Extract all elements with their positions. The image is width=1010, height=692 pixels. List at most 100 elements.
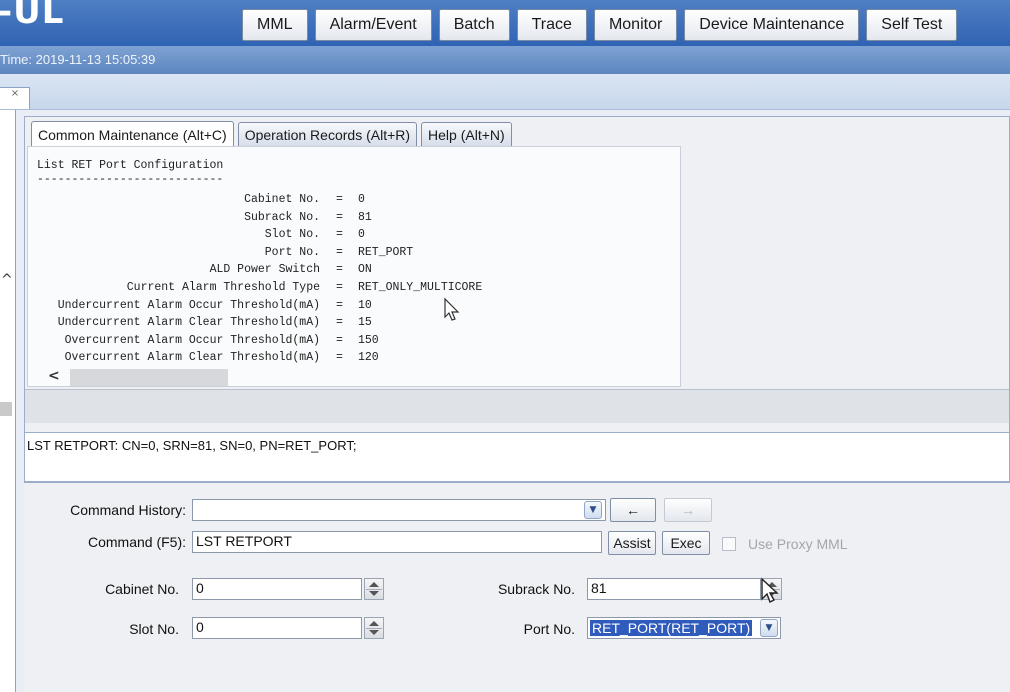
nav-tab-self-test[interactable]: Self Test (866, 9, 958, 41)
use-proxy-checkbox[interactable] (722, 537, 736, 551)
nav-tab-alarm-event[interactable]: Alarm/Event (314, 9, 432, 41)
close-tab-icon[interactable]: × (0, 87, 30, 109)
chevron-up-icon[interactable]: ^ (1, 272, 13, 288)
nav-tab-trace[interactable]: Trace (516, 9, 587, 41)
cabinet-input[interactable]: 0 (192, 578, 362, 600)
nav-tab-device-maintenance[interactable]: Device Maintenance (684, 9, 860, 41)
output-row-equals: = (336, 298, 343, 312)
panel-tabs: Common Maintenance (Alt+C) Operation Rec… (31, 121, 516, 147)
output-row-value: RET_ONLY_MULTICORE (358, 280, 483, 294)
top-navigation: MML Alarm/Event Batch Trace Monitor Devi… (242, 9, 964, 41)
output-row: Port No. = RET_PORT (28, 246, 668, 264)
command-history-label: Command History: (70, 502, 186, 518)
command-echo-text: LST RETPORT: CN=0, SRN=81, SN=0, PN=RET_… (27, 438, 357, 453)
output-row-label: Overcurrent Alarm Clear Threshold(mA) (64, 351, 320, 365)
slot-input[interactable]: 0 (192, 617, 362, 639)
subtab-strip: × (0, 74, 1010, 110)
command-echo[interactable]: LST RETPORT: CN=0, SRN=81, SN=0, PN=RET_… (24, 432, 1010, 482)
output-row-value: 0 (358, 228, 365, 242)
output-row: Current Alarm Threshold Type = RET_ONLY_MU… (28, 281, 668, 299)
output-divider: --------------------------- (37, 173, 224, 186)
app-window: -UL MML Alarm/Event Batch Trace Monitor … (0, 0, 1010, 692)
tab-help[interactable]: Help (Alt+N) (421, 122, 512, 146)
rail-divider[interactable] (16, 110, 24, 692)
subrack-label: Subrack No. (497, 581, 575, 597)
output-row-value: 81 (358, 210, 372, 224)
mouse-cursor-icon (761, 577, 779, 603)
output-row-label: Current Alarm Threshold Type (126, 280, 320, 294)
port-select-value: RET_PORT(RET_PORT) (590, 620, 753, 636)
output-row: Undercurrent Alarm Clear Threshold(mA) = 1… (28, 316, 668, 334)
output-row: Undercurrent Alarm Occur Threshold(mA) = 1… (28, 299, 668, 317)
subrack-input[interactable]: 81 (587, 578, 761, 600)
output-row-value: 15 (358, 316, 372, 330)
output-row-value: 10 (358, 298, 372, 312)
output-row-equals: = (336, 245, 343, 259)
output-row-label: Slot No. (264, 228, 320, 242)
chevron-down-icon[interactable]: ▼ (760, 619, 778, 637)
tab-common-maintenance[interactable]: Common Maintenance (Alt+C) (31, 121, 234, 147)
cabinet-stepper[interactable] (364, 578, 384, 600)
scroll-left-icon[interactable]: < (48, 368, 60, 384)
output-row-equals: = (336, 210, 343, 224)
output-row: Overcurrent Alarm Clear Threshold(mA) = 12… (28, 351, 668, 369)
output-row: ALD Power Switch = ON (28, 263, 668, 281)
output-rows: Cabinet No. = 0 Subrack No. = 81 Slot No. = 0 … (28, 193, 668, 369)
chevron-down-icon[interactable]: ▼ (584, 501, 602, 519)
history-forward-button[interactable]: → (664, 498, 712, 522)
app-header: -UL MML Alarm/Event Batch Trace Monitor … (0, 0, 1010, 46)
output-row-equals: = (336, 316, 343, 330)
output-row-value: 150 (358, 333, 379, 347)
command-form: Command History: ▼ ← → Command (F5): LST… (24, 482, 1010, 692)
output-row-label: Port No. (264, 245, 320, 259)
output-row: Slot No. = 0 (28, 228, 668, 246)
mouse-cursor-icon (444, 297, 460, 321)
nav-tab-batch[interactable]: Batch (438, 9, 510, 41)
assist-button[interactable]: Assist (608, 531, 656, 555)
cabinet-label: Cabinet No. (105, 581, 179, 597)
output-row-equals: = (336, 351, 343, 365)
output-row-equals: = (336, 280, 343, 294)
panel-footer (25, 389, 1009, 423)
output-row-value: 0 (358, 193, 365, 206)
output-row-label: Cabinet No. (244, 193, 320, 206)
command-output: List RET Port Configuration ------------… (27, 146, 681, 387)
time-display: Time: 2019-11-13 15:05:39 (0, 52, 156, 67)
output-row-value: RET_PORT (358, 245, 414, 259)
output-row-label: Overcurrent Alarm Occur Threshold(mA) (64, 333, 320, 347)
port-label: Port No. (523, 621, 575, 637)
use-proxy-label: Use Proxy MML (748, 536, 848, 552)
slot-label: Slot No. (129, 621, 179, 637)
output-row: Overcurrent Alarm Occur Threshold(mA) = 15… (28, 334, 668, 352)
output-row-label: ALD Power Switch (209, 263, 320, 277)
status-bar: Time: 2019-11-13 15:05:39 (0, 46, 1010, 74)
output-row-value: 120 (358, 351, 379, 365)
output-row-equals: = (336, 193, 343, 206)
result-panel: Common Maintenance (Alt+C) Operation Rec… (24, 116, 1010, 436)
command-input[interactable]: LST RETPORT (192, 531, 602, 553)
output-title: List RET Port Configuration (37, 159, 224, 172)
exec-button[interactable]: Exec (662, 531, 710, 555)
app-logo: -UL (0, 0, 65, 32)
output-row: Subrack No. = 81 (28, 211, 668, 229)
left-navigation-rail: ^ (0, 110, 16, 692)
horizontal-scrollbar[interactable]: < (38, 368, 658, 386)
output-row-label: Undercurrent Alarm Clear Threshold(mA) (57, 316, 320, 330)
command-history-select[interactable] (192, 499, 606, 521)
nav-tab-monitor[interactable]: Monitor (593, 9, 678, 41)
output-row-equals: = (336, 228, 343, 242)
output-row-value: ON (358, 263, 372, 277)
nav-tab-mml[interactable]: MML (242, 9, 308, 41)
rail-scroll-thumb[interactable] (0, 402, 12, 416)
tab-operation-records[interactable]: Operation Records (Alt+R) (237, 122, 418, 146)
history-back-button[interactable]: ← (610, 498, 656, 522)
output-row-equals: = (336, 333, 343, 347)
slot-stepper[interactable] (364, 617, 384, 639)
output-row-label: Undercurrent Alarm Occur Threshold(mA) (57, 298, 320, 312)
output-row-label: Subrack No. (244, 210, 320, 224)
scroll-thumb[interactable] (70, 369, 228, 386)
output-row: Cabinet No. = 0 (28, 193, 668, 211)
output-row-equals: = (336, 263, 343, 277)
command-label: Command (F5): (87, 534, 186, 550)
port-select[interactable]: RET_PORT(RET_PORT) (587, 617, 781, 639)
